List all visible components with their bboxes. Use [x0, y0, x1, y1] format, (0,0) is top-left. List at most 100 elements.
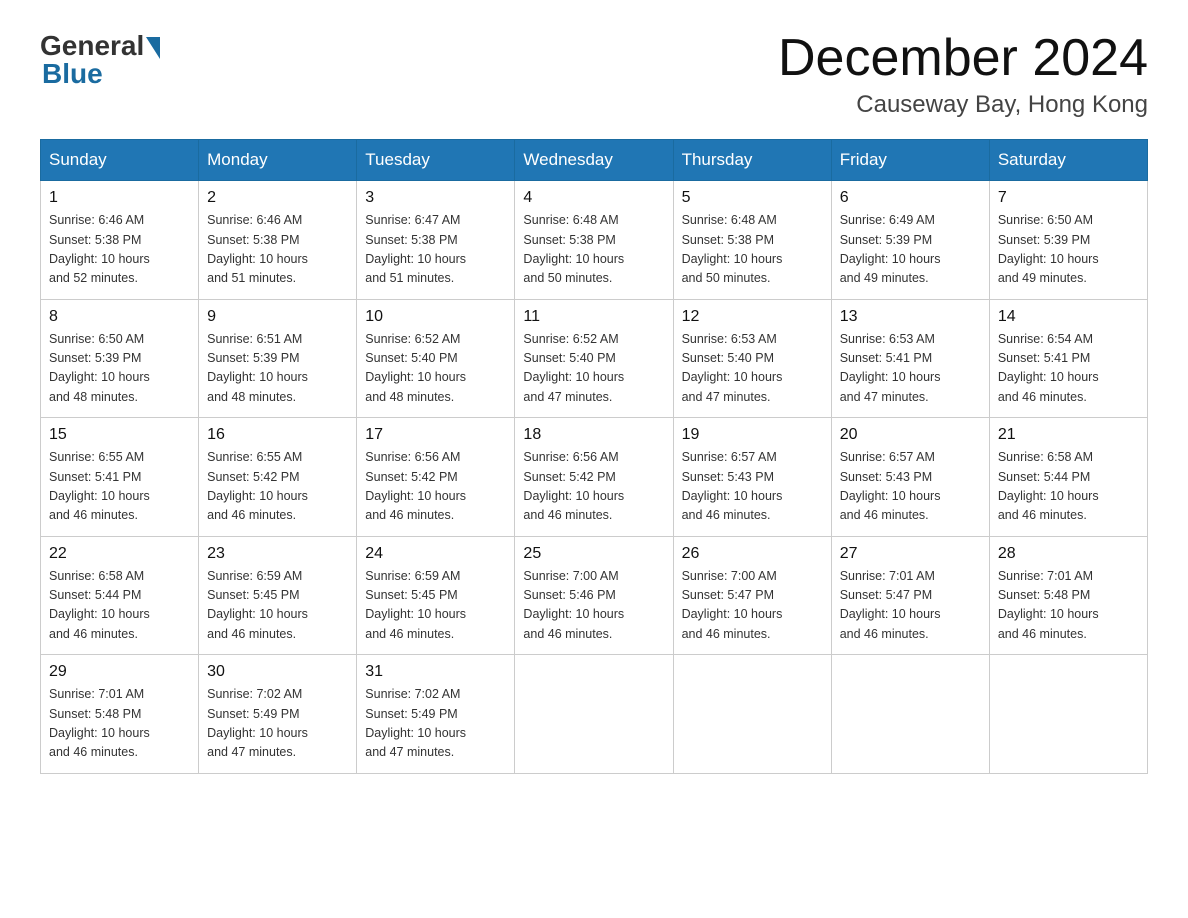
day-number: 8 — [49, 308, 190, 326]
column-header-monday: Monday — [199, 140, 357, 181]
day-info: Sunrise: 7:00 AMSunset: 5:46 PMDaylight:… — [523, 567, 664, 645]
calendar-cell — [673, 655, 831, 774]
day-info: Sunrise: 6:59 AMSunset: 5:45 PMDaylight:… — [365, 567, 506, 645]
column-header-wednesday: Wednesday — [515, 140, 673, 181]
day-info: Sunrise: 6:56 AMSunset: 5:42 PMDaylight:… — [365, 448, 506, 526]
column-header-friday: Friday — [831, 140, 989, 181]
day-info: Sunrise: 6:46 AMSunset: 5:38 PMDaylight:… — [49, 211, 190, 289]
calendar-cell: 25 Sunrise: 7:00 AMSunset: 5:46 PMDaylig… — [515, 536, 673, 655]
day-info: Sunrise: 6:50 AMSunset: 5:39 PMDaylight:… — [49, 330, 190, 408]
day-number: 22 — [49, 545, 190, 563]
day-number: 27 — [840, 545, 981, 563]
day-number: 15 — [49, 426, 190, 444]
day-number: 23 — [207, 545, 348, 563]
day-number: 19 — [682, 426, 823, 444]
day-info: Sunrise: 6:55 AMSunset: 5:42 PMDaylight:… — [207, 448, 348, 526]
week-row-1: 1 Sunrise: 6:46 AMSunset: 5:38 PMDayligh… — [41, 181, 1148, 300]
calendar-cell: 16 Sunrise: 6:55 AMSunset: 5:42 PMDaylig… — [199, 418, 357, 537]
calendar-cell: 10 Sunrise: 6:52 AMSunset: 5:40 PMDaylig… — [357, 299, 515, 418]
day-number: 20 — [840, 426, 981, 444]
month-title: December 2024 — [778, 30, 1148, 87]
day-info: Sunrise: 7:00 AMSunset: 5:47 PMDaylight:… — [682, 567, 823, 645]
calendar-cell: 2 Sunrise: 6:46 AMSunset: 5:38 PMDayligh… — [199, 181, 357, 300]
day-number: 28 — [998, 545, 1139, 563]
calendar-cell: 28 Sunrise: 7:01 AMSunset: 5:48 PMDaylig… — [989, 536, 1147, 655]
calendar-cell — [515, 655, 673, 774]
calendar-cell: 15 Sunrise: 6:55 AMSunset: 5:41 PMDaylig… — [41, 418, 199, 537]
day-info: Sunrise: 6:59 AMSunset: 5:45 PMDaylight:… — [207, 567, 348, 645]
calendar-body: 1 Sunrise: 6:46 AMSunset: 5:38 PMDayligh… — [41, 181, 1148, 774]
header-row: SundayMondayTuesdayWednesdayThursdayFrid… — [41, 140, 1148, 181]
day-info: Sunrise: 6:47 AMSunset: 5:38 PMDaylight:… — [365, 211, 506, 289]
column-header-thursday: Thursday — [673, 140, 831, 181]
day-number: 13 — [840, 308, 981, 326]
calendar-cell: 21 Sunrise: 6:58 AMSunset: 5:44 PMDaylig… — [989, 418, 1147, 537]
calendar-cell: 12 Sunrise: 6:53 AMSunset: 5:40 PMDaylig… — [673, 299, 831, 418]
day-info: Sunrise: 6:46 AMSunset: 5:38 PMDaylight:… — [207, 211, 348, 289]
day-info: Sunrise: 6:49 AMSunset: 5:39 PMDaylight:… — [840, 211, 981, 289]
logo-arrow-icon — [146, 37, 160, 59]
calendar-cell: 5 Sunrise: 6:48 AMSunset: 5:38 PMDayligh… — [673, 181, 831, 300]
calendar-cell: 13 Sunrise: 6:53 AMSunset: 5:41 PMDaylig… — [831, 299, 989, 418]
week-row-2: 8 Sunrise: 6:50 AMSunset: 5:39 PMDayligh… — [41, 299, 1148, 418]
calendar-cell: 31 Sunrise: 7:02 AMSunset: 5:49 PMDaylig… — [357, 655, 515, 774]
week-row-5: 29 Sunrise: 7:01 AMSunset: 5:48 PMDaylig… — [41, 655, 1148, 774]
week-row-3: 15 Sunrise: 6:55 AMSunset: 5:41 PMDaylig… — [41, 418, 1148, 537]
day-number: 18 — [523, 426, 664, 444]
day-number: 7 — [998, 189, 1139, 207]
calendar-cell: 4 Sunrise: 6:48 AMSunset: 5:38 PMDayligh… — [515, 181, 673, 300]
day-info: Sunrise: 6:58 AMSunset: 5:44 PMDaylight:… — [998, 448, 1139, 526]
calendar-cell: 3 Sunrise: 6:47 AMSunset: 5:38 PMDayligh… — [357, 181, 515, 300]
calendar-cell: 19 Sunrise: 6:57 AMSunset: 5:43 PMDaylig… — [673, 418, 831, 537]
day-number: 17 — [365, 426, 506, 444]
day-info: Sunrise: 6:48 AMSunset: 5:38 PMDaylight:… — [682, 211, 823, 289]
calendar-cell: 20 Sunrise: 6:57 AMSunset: 5:43 PMDaylig… — [831, 418, 989, 537]
calendar-cell: 26 Sunrise: 7:00 AMSunset: 5:47 PMDaylig… — [673, 536, 831, 655]
day-info: Sunrise: 6:58 AMSunset: 5:44 PMDaylight:… — [49, 567, 190, 645]
day-info: Sunrise: 6:53 AMSunset: 5:41 PMDaylight:… — [840, 330, 981, 408]
day-number: 31 — [365, 663, 506, 681]
day-number: 9 — [207, 308, 348, 326]
day-info: Sunrise: 6:52 AMSunset: 5:40 PMDaylight:… — [365, 330, 506, 408]
day-number: 29 — [49, 663, 190, 681]
calendar-cell: 9 Sunrise: 6:51 AMSunset: 5:39 PMDayligh… — [199, 299, 357, 418]
day-info: Sunrise: 6:52 AMSunset: 5:40 PMDaylight:… — [523, 330, 664, 408]
day-number: 10 — [365, 308, 506, 326]
day-number: 14 — [998, 308, 1139, 326]
calendar-cell: 23 Sunrise: 6:59 AMSunset: 5:45 PMDaylig… — [199, 536, 357, 655]
day-info: Sunrise: 6:57 AMSunset: 5:43 PMDaylight:… — [840, 448, 981, 526]
calendar-cell: 6 Sunrise: 6:49 AMSunset: 5:39 PMDayligh… — [831, 181, 989, 300]
calendar-cell: 8 Sunrise: 6:50 AMSunset: 5:39 PMDayligh… — [41, 299, 199, 418]
day-info: Sunrise: 6:54 AMSunset: 5:41 PMDaylight:… — [998, 330, 1139, 408]
calendar-cell: 1 Sunrise: 6:46 AMSunset: 5:38 PMDayligh… — [41, 181, 199, 300]
day-number: 12 — [682, 308, 823, 326]
day-info: Sunrise: 7:01 AMSunset: 5:48 PMDaylight:… — [49, 685, 190, 763]
day-number: 6 — [840, 189, 981, 207]
calendar-cell: 11 Sunrise: 6:52 AMSunset: 5:40 PMDaylig… — [515, 299, 673, 418]
day-info: Sunrise: 6:55 AMSunset: 5:41 PMDaylight:… — [49, 448, 190, 526]
calendar-cell: 7 Sunrise: 6:50 AMSunset: 5:39 PMDayligh… — [989, 181, 1147, 300]
column-header-saturday: Saturday — [989, 140, 1147, 181]
day-info: Sunrise: 6:56 AMSunset: 5:42 PMDaylight:… — [523, 448, 664, 526]
day-number: 11 — [523, 308, 664, 326]
calendar-cell — [989, 655, 1147, 774]
calendar-cell: 18 Sunrise: 6:56 AMSunset: 5:42 PMDaylig… — [515, 418, 673, 537]
week-row-4: 22 Sunrise: 6:58 AMSunset: 5:44 PMDaylig… — [41, 536, 1148, 655]
day-number: 4 — [523, 189, 664, 207]
day-number: 26 — [682, 545, 823, 563]
calendar-header: SundayMondayTuesdayWednesdayThursdayFrid… — [41, 140, 1148, 181]
day-info: Sunrise: 7:02 AMSunset: 5:49 PMDaylight:… — [207, 685, 348, 763]
day-info: Sunrise: 6:50 AMSunset: 5:39 PMDaylight:… — [998, 211, 1139, 289]
day-number: 2 — [207, 189, 348, 207]
calendar-table: SundayMondayTuesdayWednesdayThursdayFrid… — [40, 139, 1148, 774]
calendar-cell: 22 Sunrise: 6:58 AMSunset: 5:44 PMDaylig… — [41, 536, 199, 655]
day-number: 25 — [523, 545, 664, 563]
day-number: 24 — [365, 545, 506, 563]
day-info: Sunrise: 6:57 AMSunset: 5:43 PMDaylight:… — [682, 448, 823, 526]
logo-blue-text: Blue — [42, 58, 103, 90]
day-number: 21 — [998, 426, 1139, 444]
calendar-cell: 30 Sunrise: 7:02 AMSunset: 5:49 PMDaylig… — [199, 655, 357, 774]
day-number: 30 — [207, 663, 348, 681]
column-header-tuesday: Tuesday — [357, 140, 515, 181]
day-info: Sunrise: 6:53 AMSunset: 5:40 PMDaylight:… — [682, 330, 823, 408]
